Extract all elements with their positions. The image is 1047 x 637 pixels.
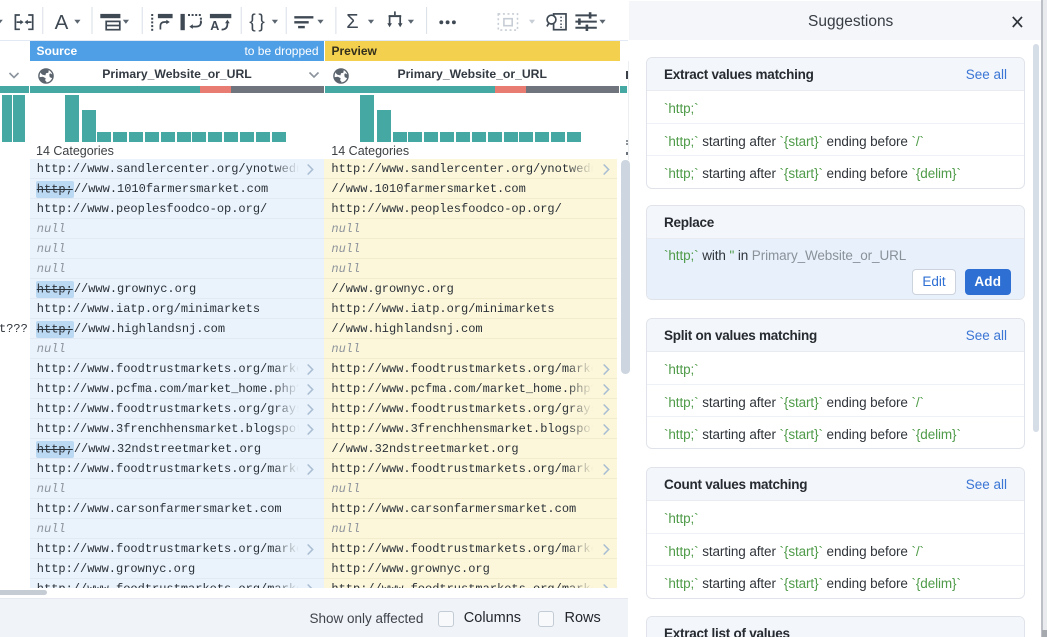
svg-text:Σ: Σ: [346, 11, 358, 33]
svg-text:A: A: [55, 11, 69, 34]
svg-text:{}: {}: [249, 11, 267, 33]
svg-text:A: A: [210, 19, 219, 33]
